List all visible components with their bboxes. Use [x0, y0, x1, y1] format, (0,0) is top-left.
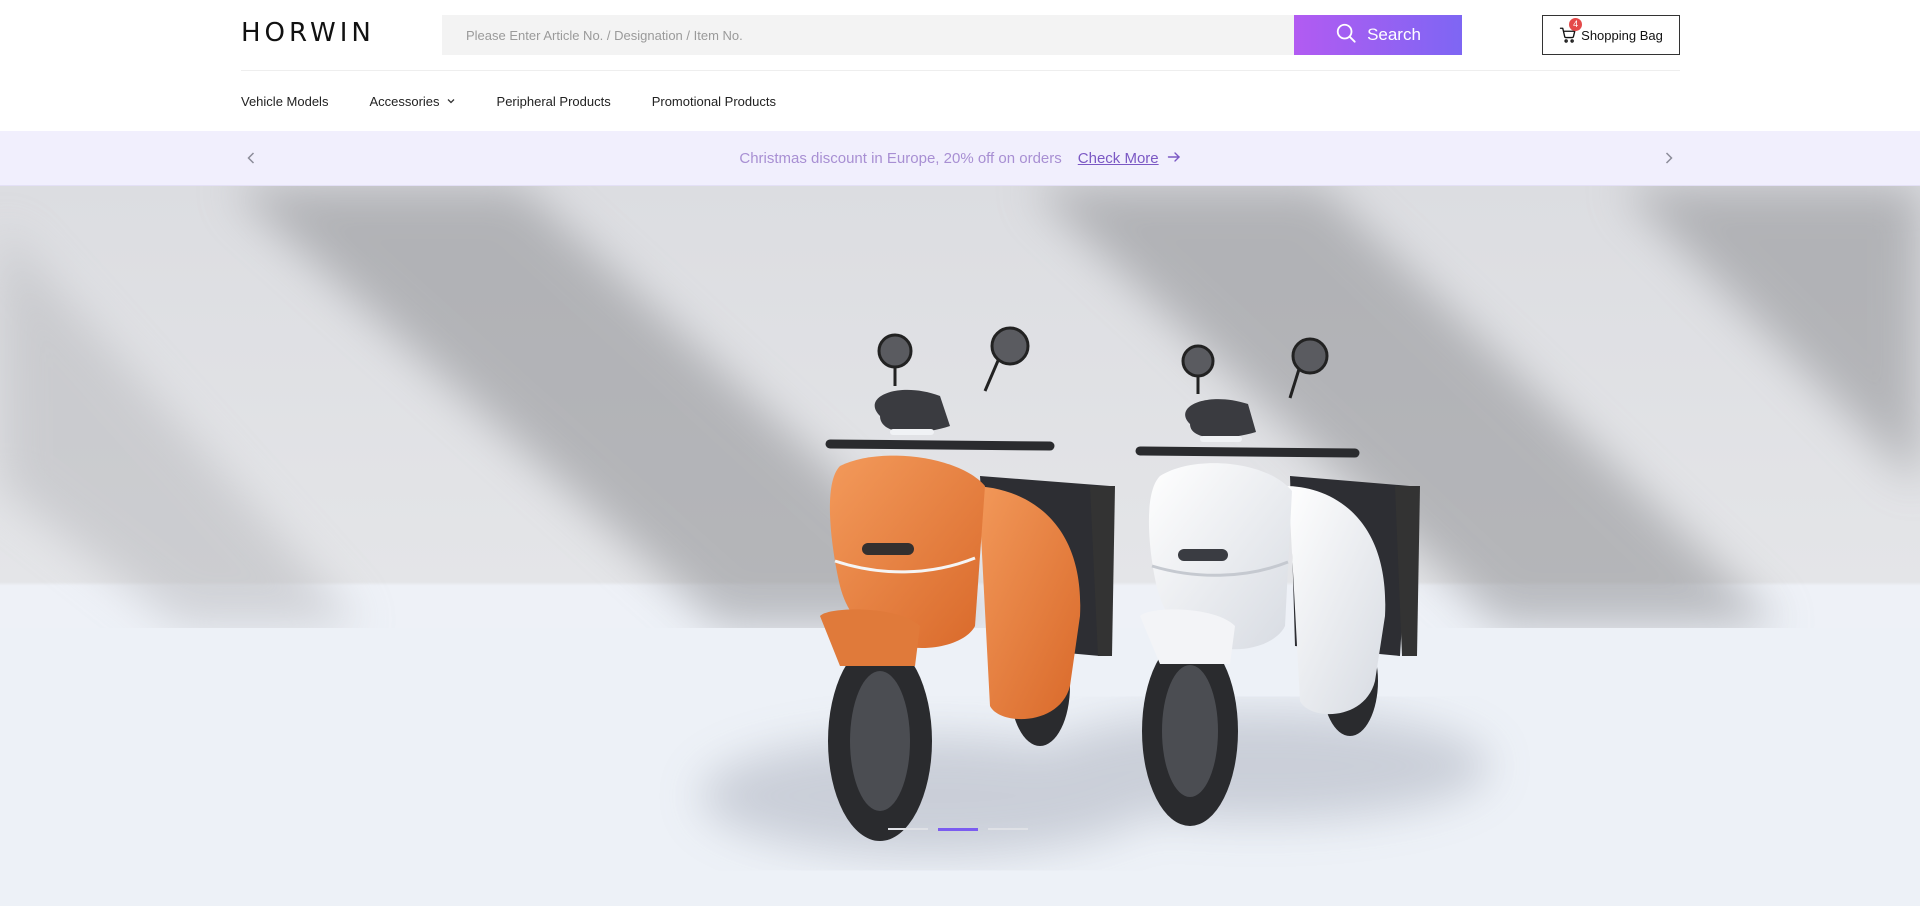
arrow-right-icon: [1167, 150, 1181, 168]
promo-text: Christmas discount in Europe, 20% off on…: [739, 150, 1062, 167]
cart-icon: 4: [1559, 18, 1583, 44]
chevron-left-icon: [247, 152, 255, 164]
search-box: [442, 15, 1294, 55]
promo-next-button[interactable]: [1660, 149, 1678, 167]
nav-item-label: Peripheral Products: [496, 93, 611, 109]
nav-item-vehicle-models[interactable]: Vehicle Models: [241, 94, 328, 109]
slider-dot-3[interactable]: [988, 828, 1028, 830]
search-button[interactable]: Search: [1294, 15, 1462, 55]
shopping-bag-label: Shopping Bag: [1581, 27, 1663, 43]
nav-item-label: Accessories: [369, 93, 440, 109]
slider-dot-2[interactable]: [938, 828, 978, 831]
header-divider: [241, 70, 1680, 71]
nav-item-label: Vehicle Models: [241, 93, 329, 109]
slider-pagination: [888, 828, 1028, 831]
nav-item-promotional-products[interactable]: Promotional Products: [652, 94, 776, 109]
nav-item-accessories[interactable]: Accessories: [369, 94, 455, 109]
chevron-right-icon: [1665, 152, 1673, 164]
check-more-label: Check More: [1077, 150, 1159, 167]
promo-content: Christmas discount in Europe, 20% off on…: [0, 131, 1920, 186]
site-header: HORWIN Search 4 Shopping Bag Vehicle Mod…: [0, 0, 1920, 130]
main-nav: Vehicle Models Accessories Peripheral Pr…: [241, 90, 776, 112]
hero-banner[interactable]: [0, 186, 1920, 906]
promo-banner: Christmas discount in Europe, 20% off on…: [0, 131, 1920, 186]
slider-dot-1[interactable]: [888, 828, 928, 830]
check-more-link[interactable]: Check More: [1078, 150, 1181, 168]
brand-logo[interactable]: HORWIN: [241, 18, 375, 48]
chevron-down-icon: [446, 94, 456, 109]
search-button-label: Search: [1367, 25, 1421, 44]
promo-prev-button[interactable]: [242, 149, 260, 167]
nav-item-label: Promotional Products: [651, 93, 776, 109]
logo-text: HORWIN: [241, 18, 375, 48]
hero-image: [0, 186, 1920, 906]
search-input[interactable]: [442, 15, 1294, 55]
nav-item-peripheral-products[interactable]: Peripheral Products: [497, 94, 611, 109]
shopping-bag-button[interactable]: 4 Shopping Bag: [1542, 15, 1680, 55]
search-icon: [1335, 22, 1357, 49]
